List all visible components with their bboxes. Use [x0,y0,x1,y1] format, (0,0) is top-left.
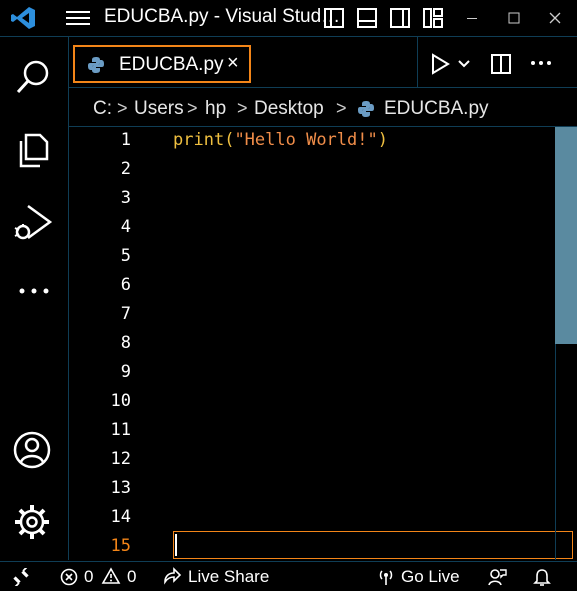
token-paren: ( [224,130,235,150]
window-title: EDUCBA.py - Visual Stud… [104,6,341,27]
menu-hamburger-icon[interactable] [64,8,92,28]
token-function: print [173,130,225,150]
toggle-secondary-sidebar-icon[interactable] [388,6,412,30]
toggle-panel-icon[interactable] [355,6,379,30]
bell-icon[interactable] [532,567,552,587]
live-share-icon[interactable] [162,567,182,587]
maximize-icon[interactable] [499,6,529,30]
editor-tab-strip: EDUCBA.py × [69,37,577,88]
breadcrumb-hp[interactable]: hp [205,98,226,120]
tab-close-icon[interactable]: × [227,52,239,75]
breadcrumb-separator: > [117,98,128,118]
feedback-icon[interactable] [487,567,507,587]
line-number: 7 [120,304,131,324]
title-bar: EDUCBA.py - Visual Stud… [0,0,577,37]
live-share-label[interactable]: Live Share [188,567,269,587]
tab-educba-py[interactable]: EDUCBA.py × [73,45,251,83]
breadcrumb-separator: > [336,98,347,118]
line-number: 12 [110,449,131,469]
code-line-1[interactable]: print("Hello World!") [173,130,388,150]
line-number: 3 [120,188,131,208]
search-icon[interactable] [14,57,54,97]
line-number: 13 [110,478,131,498]
status-bar: 0 0 Live Share Go Live [0,561,577,591]
vscode-logo-icon [10,6,36,30]
text-cursor [175,534,177,556]
manage-gear-icon[interactable] [12,502,52,542]
run-dropdown-icon[interactable] [457,57,471,71]
line-number: 15 [110,536,131,556]
warning-count[interactable]: 0 [127,567,136,587]
tab-actions-divider [417,37,418,87]
toggle-primary-sidebar-icon[interactable] [322,6,346,30]
line-number: 11 [110,420,131,440]
breadcrumb-desktop[interactable]: Desktop [254,98,324,120]
breadcrumb-file[interactable]: EDUCBA.py [384,98,489,120]
breadcrumb-users[interactable]: Users [134,98,184,120]
go-live-label[interactable]: Go Live [401,567,460,587]
line-number: 4 [120,217,131,237]
accounts-icon[interactable] [12,430,52,470]
breadcrumb-drive[interactable]: C: [93,98,112,120]
line-number: 5 [120,246,131,266]
line-number: 9 [120,362,131,382]
explorer-icon[interactable] [14,129,54,169]
token-string: "Hello World!" [234,130,378,150]
error-count[interactable]: 0 [84,567,93,587]
warning-icon[interactable] [101,567,121,585]
breadcrumb-separator: > [187,98,198,118]
more-actions-icon[interactable] [529,55,553,71]
error-icon[interactable] [60,568,78,586]
tab-label: EDUCBA.py [119,54,224,75]
customize-layout-icon[interactable] [421,6,445,30]
close-icon[interactable] [540,6,570,30]
line-number: 8 [120,333,131,353]
go-live-icon[interactable] [376,567,396,587]
run-icon[interactable] [429,53,451,75]
split-editor-icon[interactable] [490,53,512,75]
python-icon [357,100,375,118]
line-number: 6 [120,275,131,295]
scrollbar-thumb[interactable] [555,127,577,344]
more-icon[interactable] [14,281,54,301]
breadcrumb: C: > Users > hp > Desktop > EDUCBA.py [69,88,577,127]
line-number: 14 [110,507,131,527]
breadcrumb-separator: > [237,98,248,118]
line-number: 10 [110,391,131,411]
remote-icon[interactable] [12,568,30,586]
run-debug-icon[interactable] [12,202,56,246]
activity-bar [0,37,69,560]
line-number: 2 [120,159,131,179]
code-editor[interactable]: 1 2 3 4 5 6 7 8 9 10 11 12 13 14 15 print("Hello World… [69,127,577,560]
minimize-icon[interactable] [457,6,487,30]
line-number: 1 [120,130,131,150]
token-paren: ) [377,130,388,150]
python-icon [87,56,105,74]
current-line-highlight [173,531,573,559]
